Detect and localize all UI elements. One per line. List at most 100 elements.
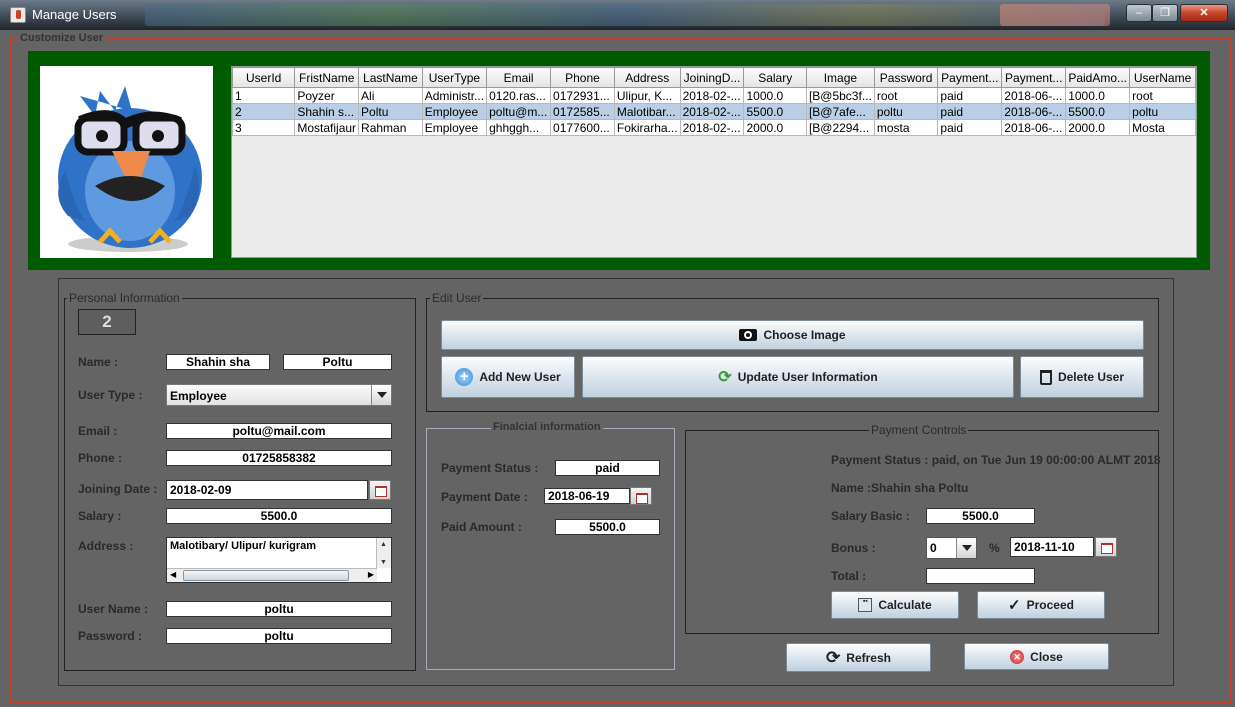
column-header[interactable]: FristName [294,67,360,88]
column-header[interactable]: LastName [358,67,423,88]
table-row-selected[interactable]: 2 Shahin s... Poltu Employee poltu@m... … [231,103,1196,120]
phone-field[interactable]: 01725858382 [166,450,392,466]
choose-image-button[interactable]: Choose Image [441,320,1144,350]
close-window-button[interactable]: ✕ [1180,4,1228,22]
column-header[interactable]: Payment... [937,67,1003,88]
table-cell[interactable]: paid [937,103,1003,120]
table-cell[interactable]: root [873,87,939,104]
table-cell[interactable]: 2018-02-... [679,103,745,120]
column-header[interactable]: Password [873,67,939,88]
bonus-select[interactable]: 0 [926,537,977,559]
table-cell[interactable]: 2018-06-... [1001,103,1067,120]
scroll-down-icon[interactable]: ▼ [380,559,387,566]
table-cell[interactable]: ghhggh... [486,119,552,136]
table-cell[interactable]: 2018-06-... [1001,87,1067,104]
calendar-icon[interactable] [630,487,652,505]
table-cell[interactable]: 0120.ras... [486,87,552,104]
proceed-button[interactable]: ✓ Proceed [977,591,1105,619]
table-cell[interactable]: Employee [421,119,488,136]
payment-status-field[interactable]: paid [555,460,660,476]
table-cell[interactable]: Fokirarha... [613,119,681,136]
table-cell[interactable]: 2018-02-... [679,87,745,104]
column-header[interactable]: PaidAmo... [1065,67,1131,88]
delete-user-button[interactable]: Delete User [1020,356,1144,398]
column-header[interactable]: Phone [550,67,615,88]
table-cell[interactable]: paid [937,119,1003,136]
chevron-down-icon[interactable] [956,538,976,558]
table-cell[interactable]: 0177600... [550,119,615,136]
salary-basic-field[interactable]: 5500.0 [926,508,1035,524]
table-cell[interactable]: Shahin s... [294,103,360,120]
table-cell[interactable]: Administr... [421,87,488,104]
table-cell[interactable]: Ulipur, K... [613,87,681,104]
table-cell[interactable]: 2000.0 [743,119,807,136]
table-cell[interactable]: [B@2294... [805,119,875,136]
add-new-user-button[interactable]: + Add New User [441,356,575,398]
table-cell[interactable]: 2018-06-... [1001,119,1067,136]
address-textarea[interactable]: Malotibary/ Ulipur/ kurigram ▲ ▼ ◀ ▶ [166,537,392,583]
table-cell[interactable]: [B@5bc3f... [805,87,875,104]
table-cell[interactable]: Ali [358,87,423,104]
table-cell[interactable]: Mostafijaur [294,119,360,136]
joining-date-field[interactable]: 2018-02-09 [166,480,368,500]
table-cell[interactable]: 2000.0 [1065,119,1131,136]
table-cell[interactable]: Mosta [1129,119,1196,136]
column-header[interactable]: UserName [1129,67,1196,88]
last-name-field[interactable]: Poltu [283,354,392,370]
bonus-date-field[interactable]: 2018-11-10 [1010,537,1094,557]
table-cell[interactable]: poltu [873,103,939,120]
column-header[interactable]: Image [805,67,875,88]
table-cell[interactable]: 1000.0 [743,87,807,104]
table-cell[interactable]: Employee [421,103,488,120]
table-cell[interactable]: [B@7afe... [805,103,875,120]
table-cell[interactable]: 2 [231,103,296,120]
column-header[interactable]: Payment... [1001,67,1067,88]
user-type-select[interactable]: Employee [166,384,392,406]
table-cell[interactable]: Rahman [358,119,423,136]
close-button[interactable]: ✕ Close [964,643,1109,670]
table-cell[interactable]: Malotibar... [613,103,681,120]
refresh-button[interactable]: ⟳ Refresh [786,643,931,672]
update-user-button[interactable]: ⟳ Update User Information [582,356,1014,398]
scroll-up-icon[interactable]: ▲ [380,541,387,548]
table-cell[interactable]: 5500.0 [743,103,807,120]
chevron-down-icon[interactable] [371,385,391,405]
first-name-field[interactable]: Shahin sha [166,354,270,370]
calendar-icon[interactable] [1095,537,1117,557]
column-header[interactable]: Email [486,67,552,88]
table-cell[interactable]: 0172931... [550,87,615,104]
salary-field[interactable]: 5500.0 [166,508,392,524]
column-header[interactable]: UserId [231,67,296,88]
table-cell[interactable]: 5500.0 [1065,103,1131,120]
title-bar[interactable]: Manage Users – ❐ ✕ [0,0,1235,30]
table-row[interactable]: 3 Mostafijaur Rahman Employee ghhggh... … [231,119,1196,136]
payment-date-field[interactable]: 2018-06-19 [544,488,630,504]
scroll-thumb[interactable] [183,570,349,581]
table-cell[interactable]: 0172585... [550,103,615,120]
table-row[interactable]: 1 Poyzer Ali Administr... 0120.ras... 01… [231,87,1196,104]
column-header[interactable]: JoiningD... [679,67,745,88]
column-header[interactable]: UserType [421,67,488,88]
table-cell[interactable]: 1 [231,87,296,104]
table-cell[interactable]: paid [937,87,1003,104]
column-header[interactable]: Salary [743,67,807,88]
maximize-button[interactable]: ❐ [1152,4,1178,22]
vertical-scrollbar[interactable]: ▲ ▼ [376,538,391,568]
table-cell[interactable]: 2018-02-... [679,119,745,136]
scroll-left-icon[interactable]: ◀ [170,570,176,579]
total-field[interactable] [926,568,1035,584]
table-cell[interactable]: Poyzer [294,87,360,104]
calendar-icon[interactable] [369,480,391,500]
table-cell[interactable]: mosta [873,119,939,136]
table-cell[interactable]: 1000.0 [1065,87,1131,104]
users-table[interactable]: UserId FristName LastName UserType Email… [231,66,1197,258]
table-cell[interactable]: 3 [231,119,296,136]
column-header[interactable]: Address [613,67,681,88]
paid-amount-field[interactable]: 5500.0 [555,519,660,535]
table-cell[interactable]: root [1129,87,1196,104]
table-cell[interactable]: poltu@m... [486,103,552,120]
minimize-button[interactable]: – [1126,4,1152,22]
scroll-right-icon[interactable]: ▶ [368,570,374,579]
email-field[interactable]: poltu@mail.com [166,423,392,439]
username-field[interactable]: poltu [166,601,392,617]
